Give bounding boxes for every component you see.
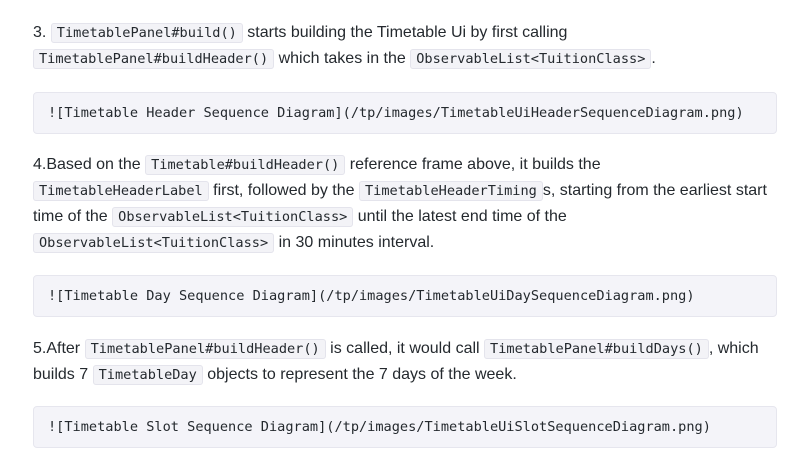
step-4-paragraph: 4.Based on the Timetable#buildHeader() r… [33, 152, 777, 256]
step-5-text-1: 5.After [33, 340, 85, 357]
inline-code-observablelist: ObservableList<TuitionClass> [410, 49, 652, 69]
inline-code-timetablepanel-build: TimetablePanel#build() [50, 23, 243, 43]
inline-code-timetablepanel-buildheader-2: TimetablePanel#buildHeader() [84, 339, 326, 359]
step-4-text-5: until the latest end time of the [353, 208, 567, 225]
step-5-text-4: objects to represent the 7 days of the w… [202, 366, 517, 383]
step-4-text-1: 4.Based on the [33, 156, 146, 173]
inline-code-timetable-buildheader: Timetable#buildHeader() [145, 155, 346, 175]
inline-code-timetableday: TimetableDay [92, 365, 203, 385]
inline-code-timetablepanel-buildheader: TimetablePanel#buildHeader() [33, 49, 275, 69]
code-block-day-diagram: ![Timetable Day Sequence Diagram](/tp/im… [33, 275, 777, 317]
step-5-paragraph: 5.After TimetablePanel#buildHeader() is … [33, 336, 777, 388]
code-block-slot-diagram: ![Timetable Slot Sequence Diagram](/tp/i… [33, 406, 777, 448]
inline-code-observablelist-end: ObservableList<TuitionClass> [33, 233, 275, 253]
inline-code-observablelist-start: ObservableList<TuitionClass> [112, 207, 354, 227]
inline-code-timetableheaderlabel: TimetableHeaderLabel [33, 181, 209, 201]
step-3-text-3: which takes in the [274, 50, 411, 67]
step-4-text-6: in 30 minutes interval. [274, 234, 435, 251]
step-3-text-4: . [651, 50, 656, 67]
inline-code-timetablepanel-builddays: TimetablePanel#buildDays() [484, 339, 709, 359]
document-content: 3. TimetablePanel#build() starts buildin… [33, 20, 777, 448]
step-4-text-2: reference frame above, it builds the [345, 156, 601, 173]
step-4-text-3: first, followed by the [208, 182, 359, 199]
step-3-text-1: 3. [33, 24, 51, 41]
inline-code-timetableheadertiming: TimetableHeaderTiming [358, 181, 543, 201]
code-block-header-diagram: ![Timetable Header Sequence Diagram](/tp… [33, 92, 777, 134]
step-3-paragraph: 3. TimetablePanel#build() starts buildin… [33, 20, 777, 72]
step-3-text-2: starts building the Timetable Ui by firs… [242, 24, 568, 41]
step-5-text-2: is called, it would call [325, 340, 485, 357]
